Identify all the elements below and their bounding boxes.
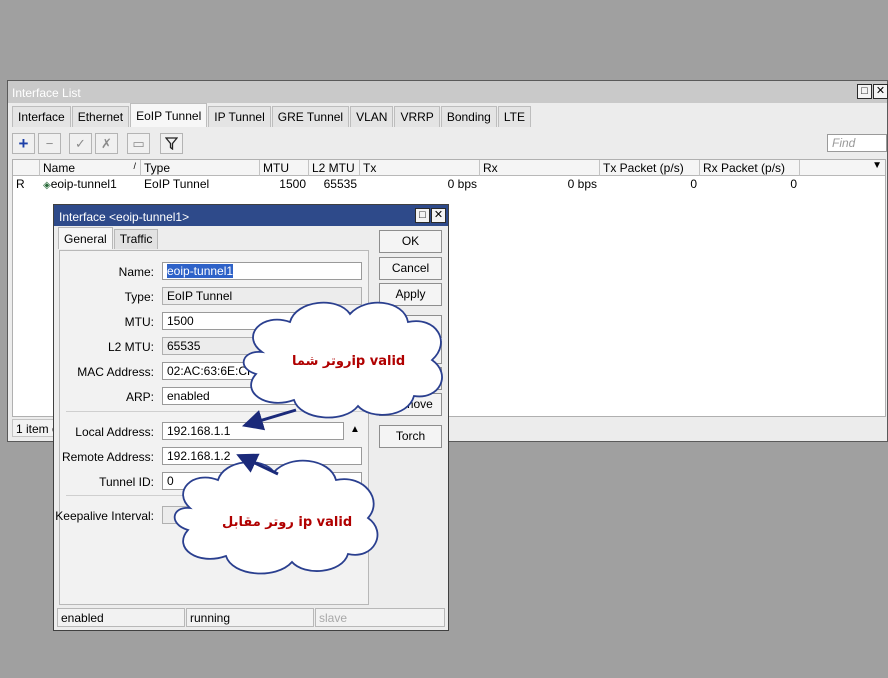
interface-dialog: Interface <eoip-tunnel1> □ ✕ General Tra… [53,204,449,631]
keepalive-label: Keepalive Interval: [55,509,154,523]
keepalive-field[interactable] [162,506,222,524]
divider [66,495,364,496]
row-rx-packet: 0 [790,177,797,191]
arp-select[interactable]: enabled [162,387,362,405]
tunnel-icon: ◈ [43,180,51,191]
callout-local-text: روتر شماip valid [292,354,406,369]
sort-icon: / [133,161,136,171]
dialog-status-bar: enabled running slave [57,608,445,627]
maximize-icon[interactable]: □ [857,84,872,99]
tab-lte[interactable]: LTE [497,106,531,127]
mtu-label: MTU: [124,315,154,329]
row-l2mtu: 65535 [323,177,357,191]
torch-button[interactable]: Torch [379,425,442,448]
local-address-label: Local Address: [75,425,154,439]
row-mtu: 1500 [279,177,306,191]
row-type: EoIP Tunnel [144,177,210,191]
column-header-type[interactable]: Type [141,160,260,176]
maximize-icon[interactable]: □ [415,208,430,223]
remote-address-field[interactable]: 192.168.1.2 [162,447,362,465]
row-flag: R [16,177,25,191]
local-address-field[interactable]: 192.168.1.1 [162,422,344,440]
column-header-rx[interactable]: Rx [480,160,600,176]
dialog-tabs: General Traffic [58,227,159,249]
column-header-name-label: Name [43,161,76,175]
enable-check-icon[interactable]: ✓ [69,133,92,154]
column-header-l2mtu[interactable]: L2 MTU [309,160,360,176]
column-header-filler: ▼ [800,160,885,176]
interface-tabs: Interface Ethernet EoIP Tunnel IP Tunnel… [12,103,532,128]
row-tx: 0 bps [447,177,477,191]
copy-button[interactable] [379,367,442,390]
disable-button[interactable]: Disable [379,315,442,338]
l2mtu-label: L2 MTU: [107,340,154,354]
cancel-button[interactable]: Cancel [379,257,442,280]
column-header-mtu[interactable]: MTU [260,160,309,176]
row-rx: 0 bps [567,177,597,191]
tab-eoip-tunnel[interactable]: EoIP Tunnel [130,103,208,127]
type-field: EoIP Tunnel [162,287,362,305]
tab-ip-tunnel[interactable]: IP Tunnel [208,106,271,127]
column-header-rx-packet[interactable]: Rx Packet (p/s) [700,160,800,176]
close-icon[interactable]: ✕ [873,84,888,99]
apply-button[interactable]: Apply [379,283,442,306]
filter-icon[interactable] [160,133,183,154]
tab-vlan[interactable]: VLAN [350,106,394,127]
row-name-label: eoip-tunnel1 [50,177,117,191]
column-header-name[interactable]: Name / [40,160,141,176]
ok-button[interactable]: OK [379,230,442,253]
type-label: Type: [124,290,154,304]
tab-gre-tunnel[interactable]: GRE Tunnel [271,106,350,127]
column-header-flag[interactable] [13,160,40,176]
tab-bonding[interactable]: Bonding [440,106,497,127]
row-name: ◈eoip-tunnel1 [40,177,141,192]
status-enabled: enabled [57,608,185,627]
tab-traffic[interactable]: Traffic [113,229,159,249]
callout-remote-text: روتر مقابل ip valid [222,515,353,530]
tab-vrrp[interactable]: VRRP [394,106,440,127]
column-header-tx-packet[interactable]: Tx Packet (p/s) [600,160,700,176]
tab-general[interactable]: General [58,227,113,249]
name-field[interactable]: eoip-tunnel1 [162,262,362,280]
l2mtu-field: 65535 [162,337,362,355]
remote-address-label: Remote Address: [61,450,154,464]
column-menu-icon[interactable]: ▼ [872,160,882,171]
name-label: Name: [118,265,154,279]
remove-icon[interactable]: − [38,133,61,154]
remove-button[interactable]: Remove [379,393,442,416]
mtu-field[interactable]: 1500 [162,312,362,330]
general-panel: Name: eoip-tunnel1 Type: EoIP Tunnel MTU… [55,250,369,605]
column-header-tx[interactable]: Tx [360,160,480,176]
tunnel-id-label: Tunnel ID: [99,475,154,489]
tunnel-id-field[interactable]: 0 [162,472,362,490]
divider [66,411,364,412]
close-icon[interactable]: ✕ [431,208,446,223]
disable-x-icon[interactable]: ✗ [95,133,118,154]
status-slave: slave [315,608,445,627]
add-icon[interactable]: + [12,133,35,154]
find-input[interactable]: Find [827,134,887,152]
name-field-value: eoip-tunnel1 [167,264,234,278]
tab-ethernet[interactable]: Ethernet [71,106,130,127]
collapse-up-icon[interactable]: ▲ [350,424,360,435]
tab-interface[interactable]: Interface [12,106,71,127]
comment-icon[interactable]: ▭ [127,133,150,154]
row-tx-packet: 0 [690,177,697,191]
dialog-title: Interface <eoip-tunnel1> [54,205,448,226]
mac-label: MAC Address: [77,365,154,379]
status-running: running [186,608,314,627]
arp-label: ARP: [125,390,154,404]
window-title: Interface List [8,81,887,103]
